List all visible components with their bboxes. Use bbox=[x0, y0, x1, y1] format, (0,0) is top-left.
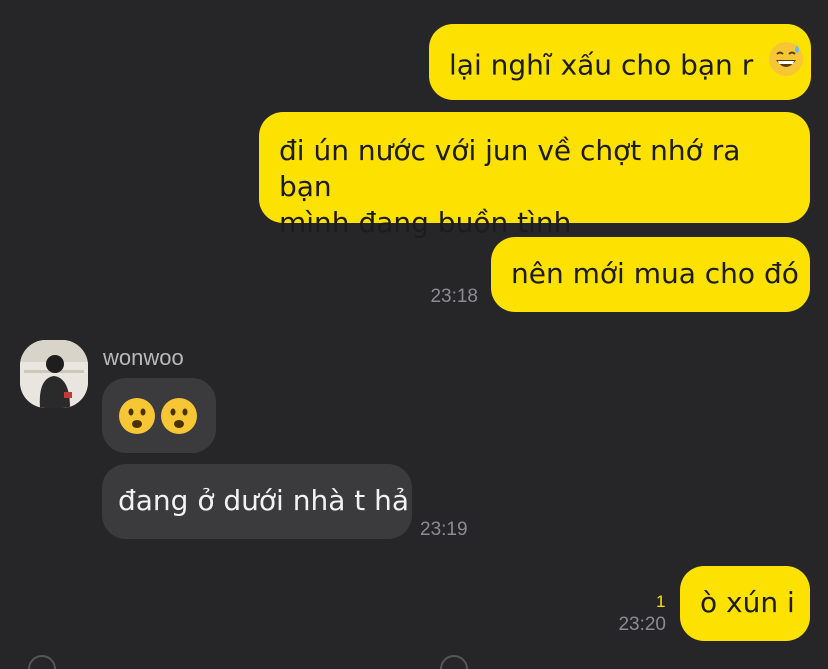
message-text: đang ở dưới nhà t hả bbox=[118, 484, 410, 517]
incoming-message[interactable] bbox=[102, 378, 216, 453]
outgoing-message[interactable]: ò xún i bbox=[680, 566, 810, 641]
message-timestamp: 23:19 bbox=[420, 519, 468, 540]
outgoing-message[interactable]: lại nghĩ xấu cho bạn r bbox=[429, 24, 811, 100]
grinning-sweat-emoji-icon bbox=[768, 41, 804, 86]
add-icon[interactable] bbox=[28, 655, 56, 669]
outgoing-message[interactable]: đi ún nước với jun về chợt nhớ ra bạn mì… bbox=[259, 112, 810, 239]
message-text: ò xún i bbox=[700, 586, 795, 619]
frowning-face-emoji-icon bbox=[118, 397, 156, 435]
incoming-message[interactable]: đang ở dưới nhà t hả bbox=[102, 464, 412, 539]
outgoing-message[interactable]: nên mới mua cho đó bbox=[491, 237, 810, 312]
chat-view: lại nghĩ xấu cho bạn r đi ún nước với ju… bbox=[0, 0, 828, 669]
message-timestamp: 23:18 bbox=[430, 286, 478, 307]
message-text-line: mình đang buồn tình bbox=[279, 206, 572, 239]
message-text-line: đi ún nước với jun về chợt nhớ ra bạn bbox=[279, 134, 741, 203]
sender-name: wonwoo bbox=[103, 345, 184, 370]
message-timestamp: 23:20 bbox=[618, 614, 666, 635]
message-text: nên mới mua cho đó bbox=[511, 257, 799, 290]
emoji-icon[interactable] bbox=[440, 655, 468, 669]
unread-count: 1 bbox=[656, 592, 666, 611]
frowning-face-emoji-icon bbox=[160, 397, 198, 435]
avatar[interactable] bbox=[20, 340, 88, 408]
message-text: lại nghĩ xấu cho bạn r bbox=[449, 48, 754, 82]
